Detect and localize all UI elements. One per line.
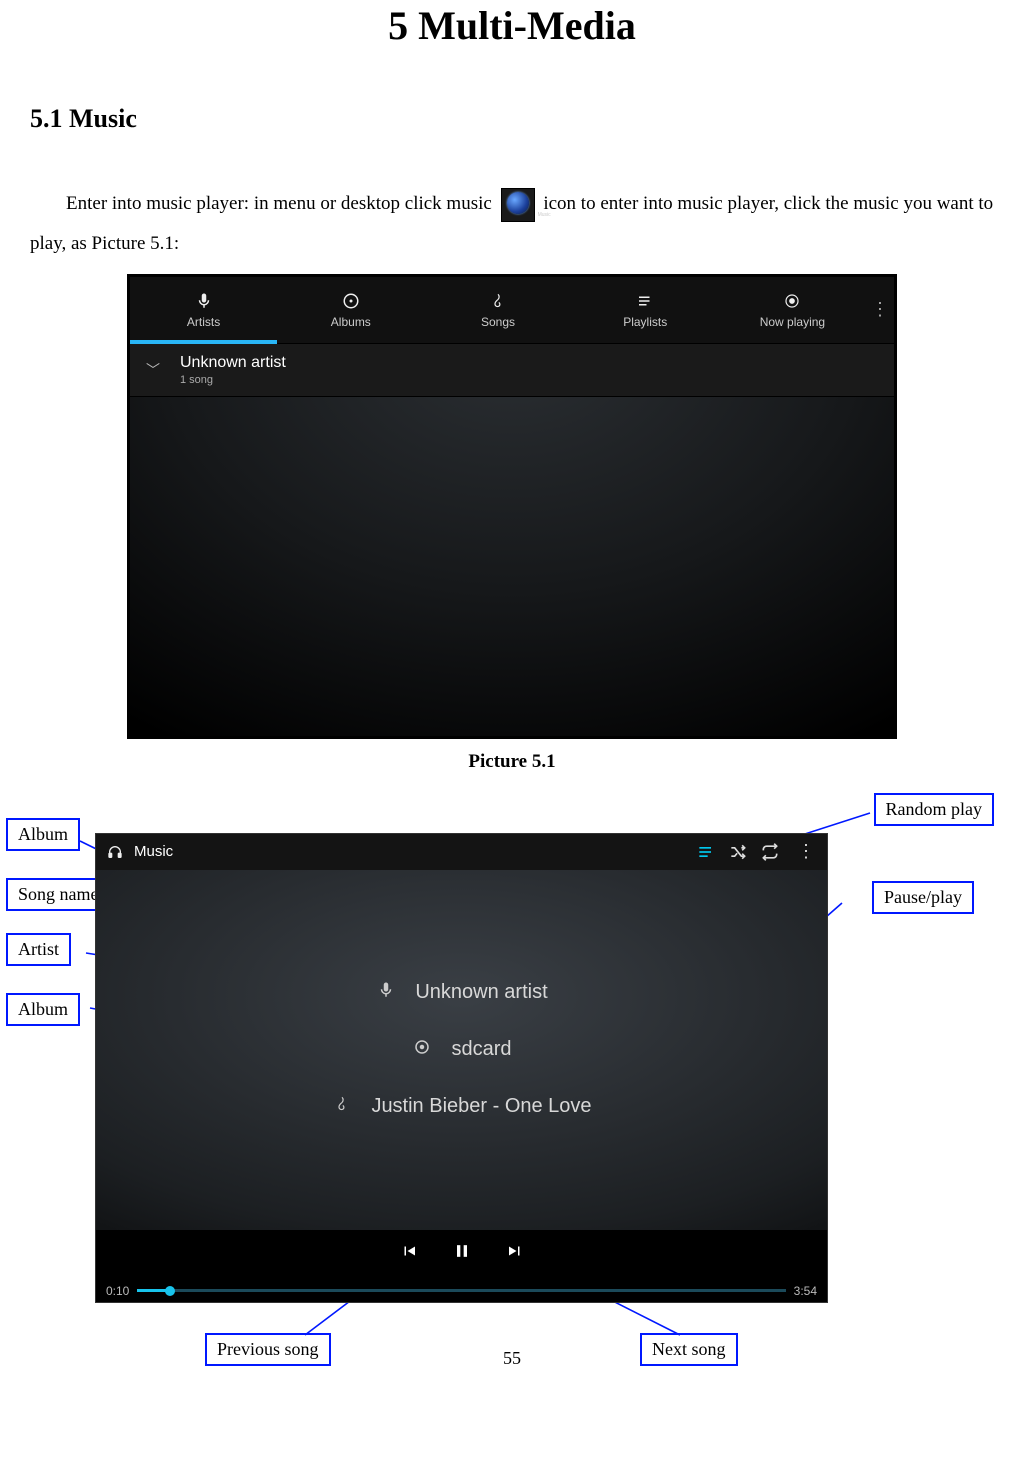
para1-prefix: Enter into music player: in menu or desk… — [66, 193, 497, 214]
elapsed-time: 0:10 — [106, 1284, 129, 1298]
now-playing-cover: Unknown artist sdcard Justin Bieber - On… — [96, 870, 827, 1230]
screenshot-now-playing-annotated: Album Song name Artist Album Random play… — [30, 803, 994, 1363]
repeat-button[interactable] — [759, 841, 781, 863]
artist-row[interactable]: ﹀ Unknown artist 1 song — [130, 344, 894, 397]
shuffle-button[interactable] — [727, 841, 749, 863]
disc-icon — [411, 1038, 433, 1061]
overflow-menu-button[interactable]: ⋮ — [795, 841, 817, 863]
tab-label: Playlists — [623, 315, 667, 329]
mic-icon — [375, 981, 397, 1004]
mic-icon — [194, 291, 214, 311]
next-button[interactable] — [506, 1242, 524, 1265]
tab-songs[interactable]: Songs — [424, 277, 571, 343]
tab-artists[interactable]: Artists — [130, 277, 277, 343]
queue-button[interactable] — [695, 841, 717, 863]
album-text: sdcard — [451, 1038, 511, 1061]
tab-label: Now playing — [760, 315, 825, 329]
player-topbar: Music ⋮ — [96, 834, 827, 870]
tab-label: Songs — [481, 315, 515, 329]
chapter-title: 5 Multi-Media — [30, 2, 994, 49]
tab-playlists[interactable]: Playlists — [572, 277, 719, 343]
playback-controls — [96, 1230, 827, 1278]
figure-caption-1: Picture 5.1 — [30, 751, 994, 773]
disc-icon — [341, 291, 361, 311]
callout-artist: Artist — [6, 933, 71, 966]
callout-pause-play: Pause/play — [872, 881, 974, 914]
screenshot-now-playing: Music ⋮ Unknown artist — [95, 833, 828, 1303]
callout-album: Album — [6, 993, 80, 1026]
seek-bar[interactable] — [137, 1289, 785, 1292]
tab-albums[interactable]: Albums — [277, 277, 424, 343]
play-pause-button[interactable] — [452, 1241, 472, 1266]
progress-bar-row: 0:10 3:54 — [96, 1278, 827, 1304]
kebab-icon: ⋮ — [871, 299, 889, 320]
artist-line: Unknown artist — [375, 981, 547, 1004]
tab-label: Artists — [187, 315, 220, 329]
callout-album-art: Album — [6, 818, 80, 851]
screenshot-music-library: Artists Albums Songs Playlists — [127, 274, 897, 739]
intro-paragraph: Enter into music player: in menu or desk… — [30, 184, 994, 264]
music-app-icon — [501, 188, 535, 222]
headphones-icon — [106, 843, 124, 861]
album-line: sdcard — [411, 1038, 511, 1061]
library-list: ﹀ Unknown artist 1 song — [130, 344, 894, 736]
speaker-icon — [782, 291, 802, 311]
player-app-title: Music — [134, 843, 173, 860]
song-text: Justin Bieber - One Love — [371, 1095, 591, 1118]
note-icon — [331, 1095, 353, 1118]
callout-random-play: Random play — [874, 793, 995, 826]
list-icon — [635, 291, 655, 311]
previous-button[interactable] — [400, 1242, 418, 1265]
artist-name: Unknown artist — [180, 354, 286, 372]
overflow-menu-button[interactable]: ⋮ — [866, 277, 894, 343]
artist-song-count: 1 song — [180, 374, 286, 386]
section-title: 5.1 Music — [30, 104, 994, 134]
artist-text: Unknown artist — [415, 981, 547, 1004]
tab-bar: Artists Albums Songs Playlists — [130, 277, 894, 344]
tab-label: Albums — [331, 315, 371, 329]
treble-clef-icon — [488, 291, 508, 311]
page-number: 55 — [0, 1348, 1024, 1369]
total-time: 3:54 — [794, 1284, 817, 1298]
expand-chevron-icon: ﹀ — [146, 360, 166, 380]
song-line: Justin Bieber - One Love — [331, 1095, 591, 1118]
tab-now-playing[interactable]: Now playing — [719, 277, 866, 343]
